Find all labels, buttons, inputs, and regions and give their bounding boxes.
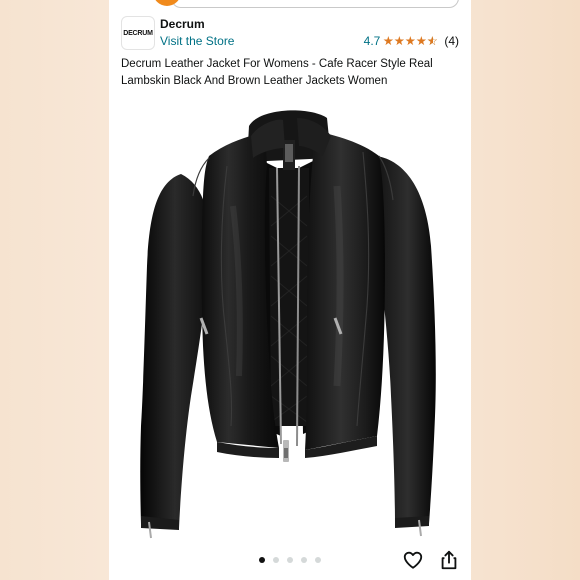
- rating-stars: [383, 36, 438, 46]
- store-name: Decrum: [160, 17, 205, 31]
- heart-icon[interactable]: [402, 549, 424, 571]
- half-star-icon: [427, 36, 438, 46]
- product-image[interactable]: [109, 96, 471, 540]
- star-icon: [383, 36, 394, 46]
- pagination-dot[interactable]: [287, 557, 293, 563]
- search-input[interactable]: [171, 0, 459, 8]
- pagination-dot[interactable]: [315, 557, 321, 563]
- image-pagination: [259, 557, 329, 563]
- product-screen: DECRUM Decrum Visit the Store 4.7 (4) De…: [109, 0, 471, 580]
- rating-count: (4): [444, 34, 459, 48]
- visit-store-link[interactable]: Visit the Store: [160, 34, 234, 48]
- pagination-dot[interactable]: [259, 557, 265, 563]
- leather-jacket-image: [140, 110, 436, 539]
- store-logo[interactable]: DECRUM: [121, 16, 155, 50]
- star-icon: [405, 36, 416, 46]
- search-bar-area: [109, 0, 471, 8]
- rating-score: 4.7: [363, 34, 381, 48]
- pagination-dot[interactable]: [273, 557, 279, 563]
- rating-summary[interactable]: 4.7 (4): [364, 34, 459, 48]
- image-actions-bar: [109, 540, 471, 580]
- star-icon: [416, 36, 427, 46]
- share-icon[interactable]: [438, 549, 460, 571]
- product-title: Decrum Leather Jacket For Womens - Cafe …: [121, 58, 433, 87]
- store-header: DECRUM Decrum Visit the Store 4.7 (4): [121, 16, 461, 50]
- pagination-dot[interactable]: [301, 557, 307, 563]
- store-logo-text: DECRUM: [123, 29, 153, 37]
- star-icon: [394, 36, 405, 46]
